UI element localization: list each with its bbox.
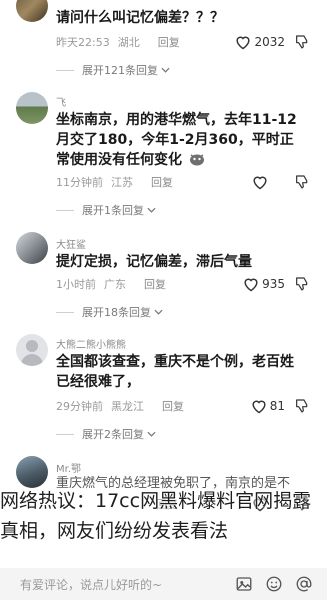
divider-line	[56, 311, 74, 313]
heart-icon	[236, 36, 250, 50]
user-avatar[interactable]	[16, 232, 48, 264]
expand-replies-label: 展开18条回复	[82, 306, 151, 319]
comment-time: 昨天22:53	[56, 36, 110, 49]
comment-meta: 11分钟前 江苏 回复	[56, 174, 313, 190]
divider-line	[56, 69, 74, 71]
heart-icon	[252, 400, 266, 414]
comment-meta: 29分钟前 黑龙江 回复 81	[56, 398, 313, 414]
emoji-icon	[189, 154, 204, 166]
user-avatar[interactable]	[16, 0, 48, 22]
divider-line	[56, 209, 74, 211]
heart-icon	[253, 176, 267, 190]
chevron-down-icon	[161, 67, 170, 73]
comment-text[interactable]: 坐标南京，用的港华燃气，去年11-12月交了180，今年1-2月360，平时正常…	[56, 110, 306, 170]
comment-username[interactable]: Mr.鄂	[56, 460, 81, 475]
like-count: 2032	[254, 35, 285, 49]
thumbs-down-icon	[296, 175, 308, 189]
like-count: 81	[269, 399, 285, 413]
chevron-down-icon	[154, 309, 163, 315]
dislike-button[interactable]	[291, 276, 313, 292]
comment-meta: 1小时前 广东 回复 935	[56, 276, 313, 292]
comment-location: 江苏	[111, 176, 133, 189]
user-avatar[interactable]	[16, 92, 48, 124]
image-icon[interactable]	[233, 573, 255, 595]
expand-replies-button[interactable]: 展开2条回复	[56, 426, 156, 442]
comment-meta: 昨天22:53 湖北 回复 2032	[56, 34, 313, 50]
expand-replies-label: 展开1条回复	[82, 204, 144, 217]
comment-time: 29分钟前	[56, 400, 103, 413]
like-count: 935	[262, 277, 285, 291]
default-avatar[interactable]	[16, 334, 48, 366]
comment-username[interactable]: 飞	[56, 94, 66, 109]
comment-text[interactable]: 提灯定损，记忆偏差，滞后气量	[56, 252, 306, 272]
expand-replies-button[interactable]: 展开121条回复	[56, 62, 170, 78]
thumbs-down-icon	[296, 277, 308, 291]
emoji-icon[interactable]	[263, 573, 285, 595]
thumbs-down-icon	[296, 35, 308, 49]
comment-text[interactable]: 请问什么叫记忆偏差？？？	[56, 8, 306, 28]
dislike-button[interactable]	[291, 34, 313, 50]
like-button[interactable]	[251, 174, 269, 190]
overlay-headline: 网络热议：17cc网黑料爆料官网揭露真相，网友们纷纷发表看法	[0, 490, 312, 542]
user-avatar[interactable]	[16, 456, 48, 488]
like-button[interactable]: 935	[242, 276, 285, 292]
expand-replies-label: 展开121条回复	[82, 64, 158, 77]
comment-input[interactable]: 有爱评论，说点儿好听的~	[20, 576, 225, 593]
reply-button[interactable]: 回复	[151, 174, 173, 190]
reply-button[interactable]: 回复	[162, 398, 184, 414]
comment-time: 1小时前	[56, 278, 96, 291]
chevron-down-icon	[147, 207, 156, 213]
comment-text-content: 坐标南京，用的港华燃气，去年11-12月交了180，今年1-2月360，平时正常…	[56, 112, 297, 168]
comment-username[interactable]: 大狂鲨	[56, 236, 86, 251]
heart-icon	[244, 278, 258, 292]
thumbs-down-icon	[296, 399, 308, 413]
chevron-down-icon	[147, 431, 156, 437]
like-button[interactable]: 2032	[234, 34, 285, 50]
divider-line	[56, 433, 74, 435]
comment-location: 湖北	[117, 36, 140, 49]
comment-text[interactable]: 全国都该查查，重庆不是个例，老百姓已经很难了，	[56, 352, 306, 392]
comment-location: 广东	[104, 278, 126, 291]
like-button[interactable]: 81	[250, 398, 285, 414]
comment-location: 黑龙江	[111, 400, 144, 413]
at-mention-icon[interactable]	[293, 573, 315, 595]
comment-username[interactable]: 大熊二熊小熊熊	[56, 336, 126, 351]
expand-replies-button[interactable]: 展开18条回复	[56, 304, 163, 320]
reply-button[interactable]: 回复	[158, 34, 180, 50]
comment-time: 11分钟前	[56, 176, 103, 189]
expand-replies-button[interactable]: 展开1条回复	[56, 202, 156, 218]
expand-replies-label: 展开2条回复	[82, 428, 144, 441]
comment-input-bar[interactable]: 有爱评论，说点儿好听的~	[0, 568, 327, 600]
dislike-button[interactable]	[291, 398, 313, 414]
reply-button[interactable]: 回复	[144, 276, 166, 292]
dislike-button[interactable]	[291, 174, 313, 190]
